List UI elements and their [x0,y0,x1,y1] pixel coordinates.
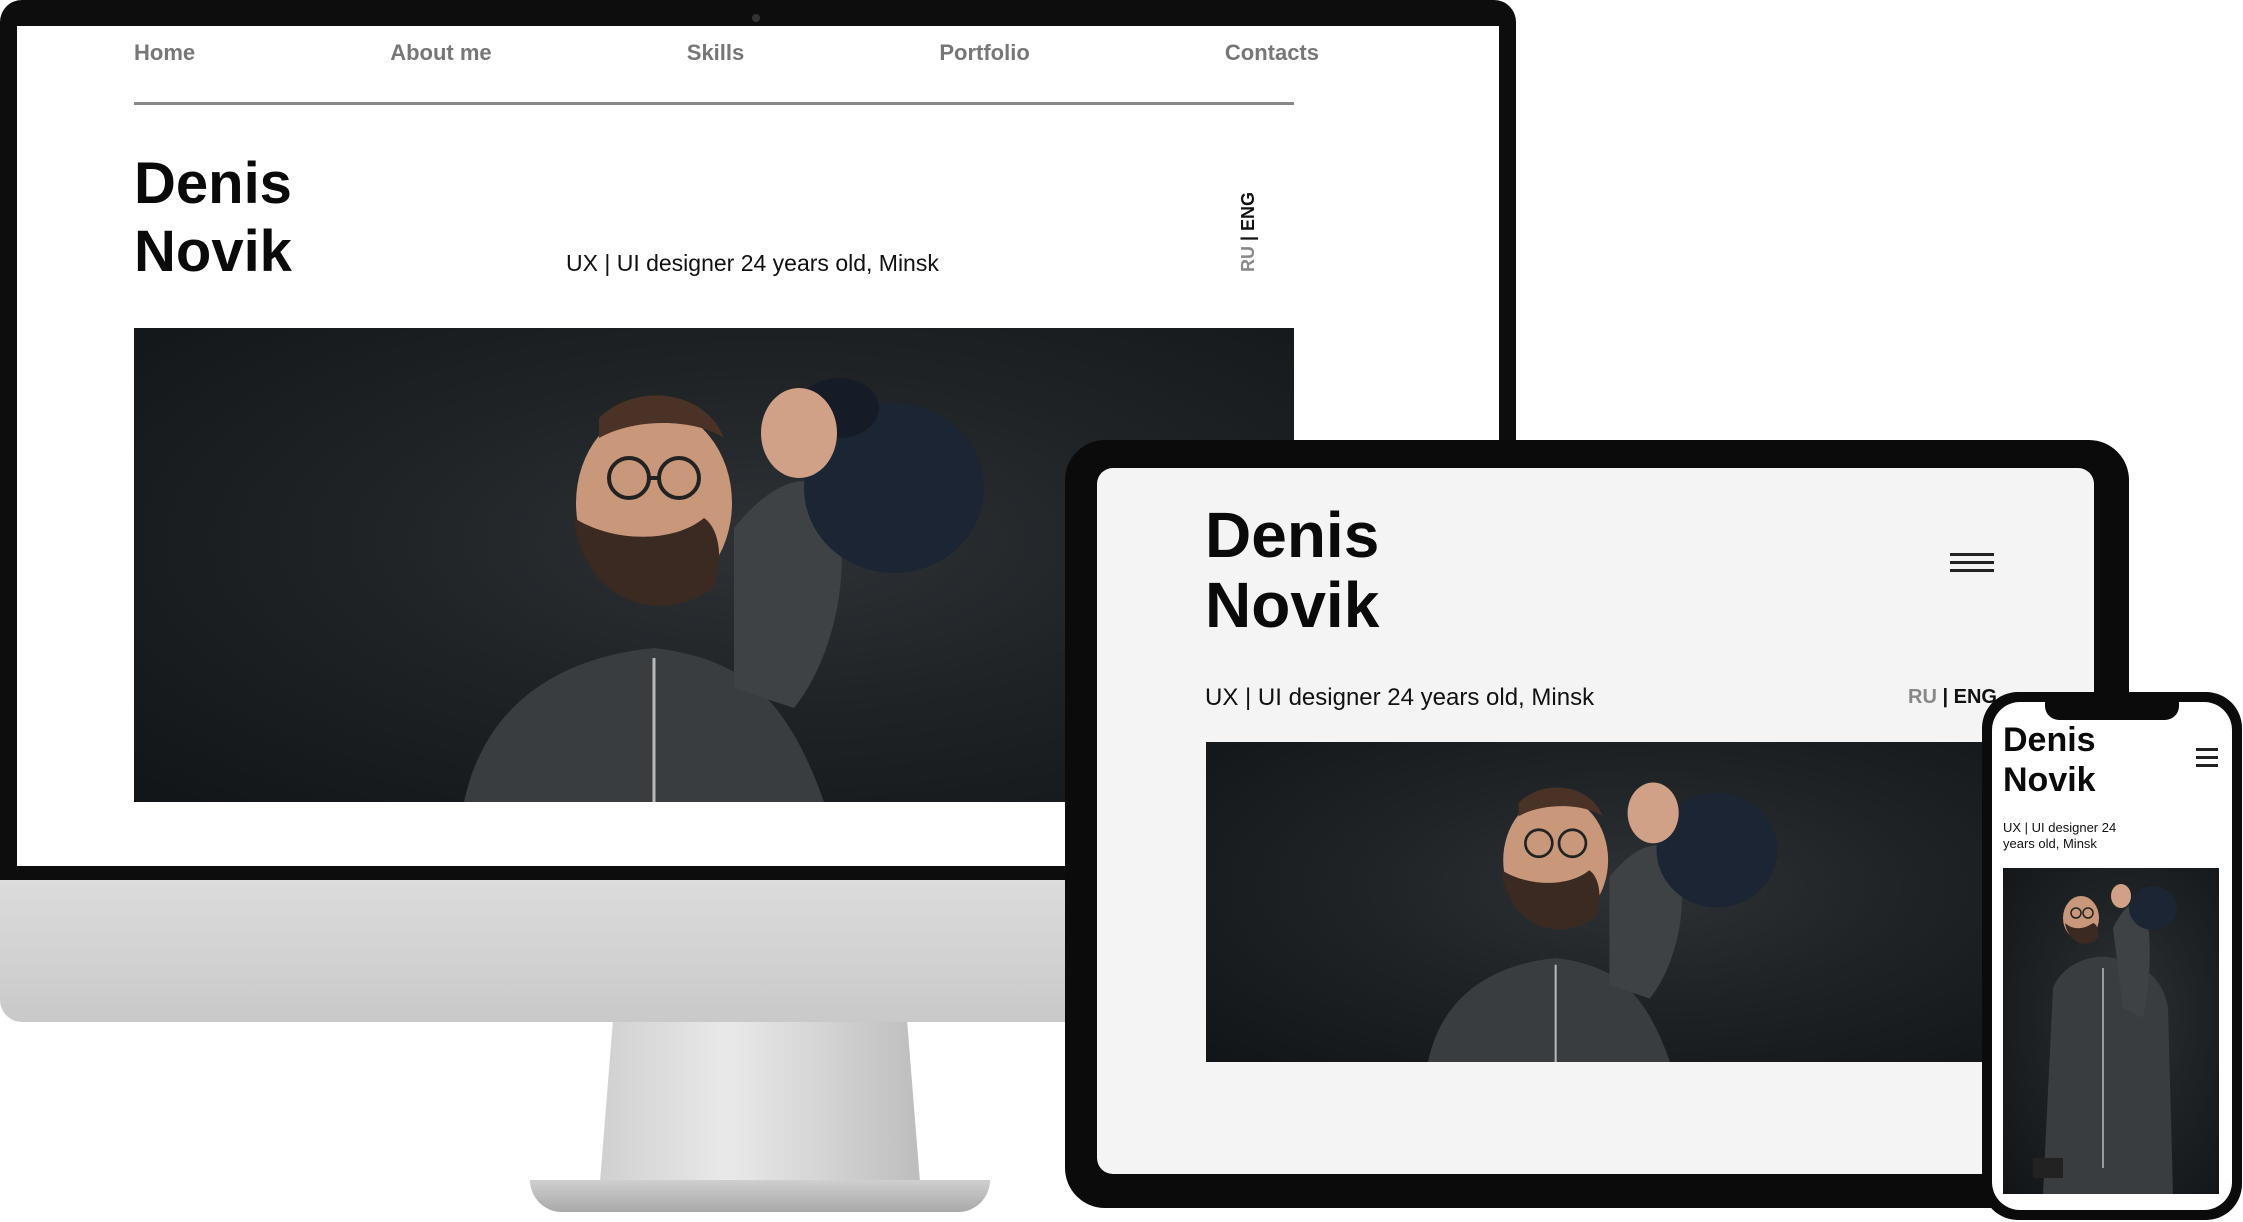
tablet-subtitle: UX | UI designer 24 years old, Minsk [1205,684,1595,711]
desktop-page-title: Denis Novik [134,150,292,286]
desktop-monitor-base [530,1180,990,1212]
desktop-nav: Home About me Skills Portfolio Contacts [134,40,1319,66]
mobile-subtitle: UX | UI designer 24 years old, Minsk [2003,820,2117,851]
lang-separator: | [1238,230,1258,246]
tablet-hero-photo [1206,742,1986,1062]
desktop-subtitle: UX | UI designer 24 years old, Minsk [566,250,939,276]
hamburger-icon[interactable] [2196,748,2218,772]
desktop-monitor-stand [600,1022,920,1182]
portrait-illustration [2033,884,2177,1194]
camera-dot [752,14,760,22]
title-line-1: Denis [1205,499,1380,571]
hamburger-icon[interactable] [1950,553,1994,577]
lang-eng[interactable]: ENG [1238,192,1258,231]
mobile-page-title: Denis Novik [2003,720,2096,800]
tablet-page-title: Denis Novik [1205,500,1379,640]
nav-skills[interactable]: Skills [687,40,744,66]
portrait-illustration [1427,782,1778,1062]
nav-contacts[interactable]: Contacts [1225,40,1319,66]
title-line-1: Denis [2003,721,2096,759]
tablet-language-switch: RU | ENG [1908,686,1997,709]
nav-home[interactable]: Home [134,40,195,66]
lang-ru[interactable]: RU [1238,246,1258,272]
lang-separator: | [1936,686,1954,708]
phone-notch [2045,700,2179,720]
desktop-language-switch: RU | ENG [1238,192,1259,272]
lang-ru[interactable]: RU [1908,686,1937,708]
mobile-hero-photo [2003,868,2219,1194]
title-line-2: Novik [2003,761,2096,799]
nav-divider [134,102,1294,105]
nav-about-me[interactable]: About me [390,40,491,66]
nav-portfolio[interactable]: Portfolio [939,40,1029,66]
title-line-1: Denis [134,151,292,216]
title-line-2: Novik [134,219,292,284]
title-line-2: Novik [1205,569,1380,641]
